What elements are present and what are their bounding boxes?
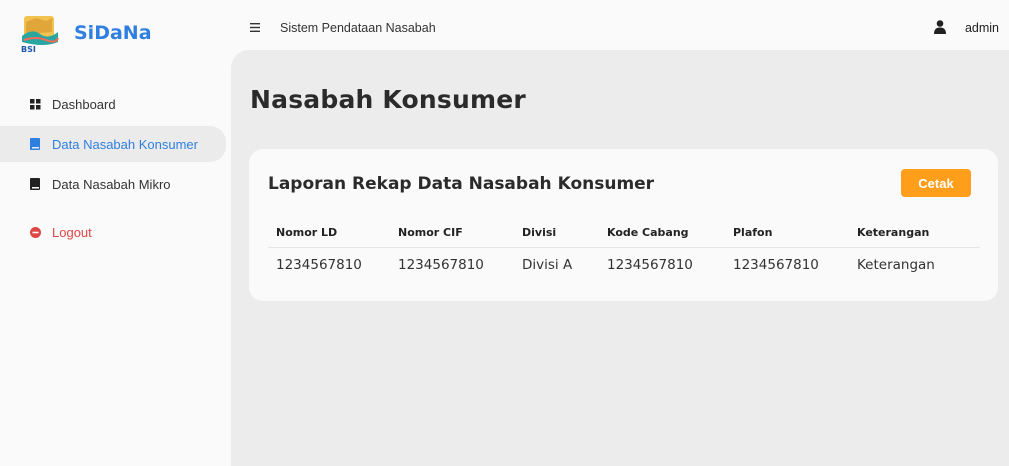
sidebar-item-data-nasabah-konsumer[interactable]: Data Nasabah Konsumer [0, 126, 226, 162]
main-content: Nasabah Konsumer Laporan Rekap Data Nasa… [231, 50, 1009, 466]
username: admin [964, 21, 999, 35]
sidebar-item-label: Data Nasabah Konsumer [52, 136, 198, 152]
column-header[interactable]: Plafon [725, 218, 849, 248]
report-card: Laporan Rekap Data Nasabah Konsumer Ceta… [249, 149, 998, 301]
sidebar-item-logout[interactable]: Logout [0, 214, 226, 250]
table-cell: Divisi A [522, 257, 573, 274]
print-button[interactable]: Cetak [901, 169, 971, 197]
column-header[interactable]: Nomor CIF [390, 218, 514, 248]
page-title: Nasabah Konsumer [250, 85, 526, 114]
brand-name: SiDaNa [74, 22, 152, 44]
report-table: Nomor LD Nomor CIF Divisi Kode Cabang Pl… [268, 218, 980, 283]
brand[interactable]: BSI SiDaNa [18, 6, 152, 60]
grid-icon [28, 98, 42, 110]
svg-text:BSI: BSI [21, 45, 36, 54]
app-title: Sistem Pendataan Nasabah [280, 21, 436, 35]
user-icon [933, 19, 946, 37]
column-header[interactable]: Divisi [514, 218, 599, 248]
column-header[interactable]: Kode Cabang [599, 218, 725, 248]
column-header[interactable]: Nomor LD [268, 218, 390, 248]
sidebar-item-label: Logout [52, 224, 92, 240]
user-menu[interactable]: admin [933, 6, 999, 50]
topbar: Sistem Pendataan Nasabah admin [231, 6, 1009, 50]
sidebar: BSI SiDaNa Dashboard Data Nasabah Konsum… [0, 6, 231, 466]
sidebar-nav: Dashboard Data Nasabah Konsumer Data Nas… [0, 86, 231, 254]
power-icon [28, 226, 42, 238]
table-cell: 1234567810 [276, 257, 362, 274]
bsi-logo: BSI [18, 12, 60, 54]
column-header[interactable]: Keterangan [849, 218, 980, 248]
app-window: BSI SiDaNa Dashboard Data Nasabah Konsum… [0, 6, 1009, 466]
table-cell: 1234567810 [398, 257, 484, 274]
card-title: Laporan Rekap Data Nasabah Konsumer [268, 174, 655, 194]
sidebar-item-label: Data Nasabah Mikro [52, 176, 171, 192]
sidebar-item-dashboard[interactable]: Dashboard [0, 86, 226, 122]
table-cell: 1234567810 [607, 257, 693, 274]
book-icon [28, 178, 42, 190]
table-header-row: Nomor LD Nomor CIF Divisi Kode Cabang Pl… [268, 218, 980, 248]
book-icon [28, 138, 42, 150]
table-row[interactable]: 1234567810 1234567810 Divisi A 123456781… [268, 247, 980, 283]
sidebar-item-label: Dashboard [52, 96, 116, 112]
sidebar-item-data-nasabah-mikro[interactable]: Data Nasabah Mikro [0, 166, 226, 202]
table-cell: Keterangan [857, 257, 935, 274]
table-cell: 1234567810 [733, 257, 819, 274]
menu-icon[interactable] [250, 19, 262, 37]
